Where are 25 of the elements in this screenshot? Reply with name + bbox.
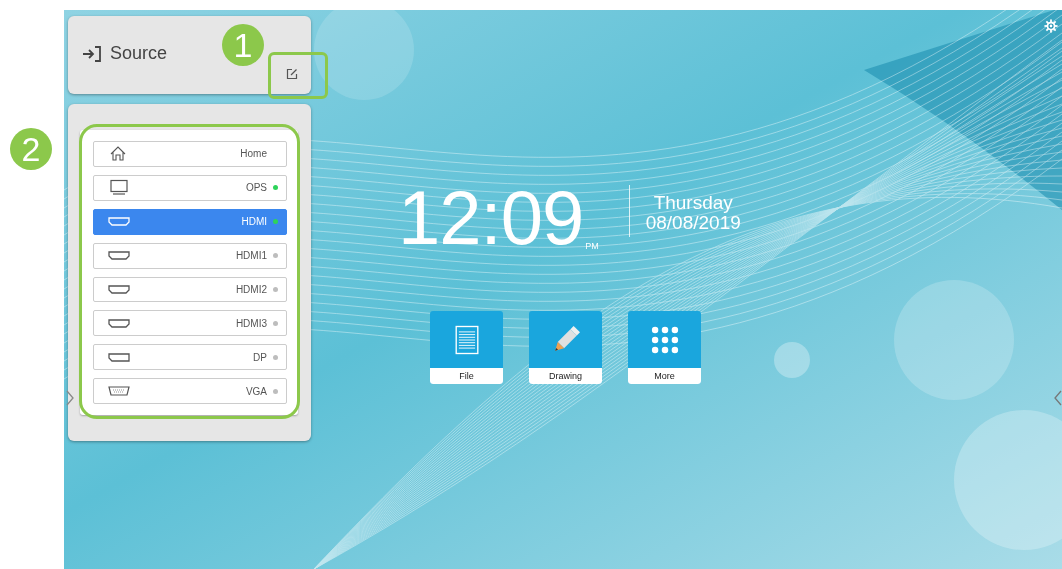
- weekday-label: Thursday: [653, 193, 733, 213]
- source-item[interactable]: VGA: [93, 378, 287, 404]
- edit-icon: [286, 68, 298, 80]
- source-item[interactable]: Home: [93, 141, 287, 167]
- app-tile[interactable]: More: [628, 311, 701, 384]
- clock-time: 12:09: [398, 183, 584, 253]
- input-icon: [82, 46, 102, 62]
- source-item[interactable]: HDMI3: [93, 310, 287, 337]
- source-item[interactable]: HDMI: [93, 208, 287, 235]
- highlight-frame: [268, 52, 328, 99]
- chevron-right-icon[interactable]: [66, 390, 74, 406]
- monitor-icon: [108, 179, 130, 197]
- chevron-left-icon[interactable]: [1054, 390, 1062, 406]
- source-title: Source: [110, 42, 168, 64]
- source-item[interactable]: OPS: [93, 174, 287, 201]
- callout-badge: 2: [10, 128, 52, 170]
- app-tile[interactable]: Drawing: [529, 311, 602, 384]
- source-item[interactable]: DP: [93, 344, 287, 371]
- settings-icon[interactable]: [1044, 19, 1058, 33]
- source-item[interactable]: HDMI2: [93, 276, 287, 303]
- source-item[interactable]: HDMI1: [93, 242, 287, 269]
- app-tile[interactable]: File: [430, 311, 503, 384]
- clock-meridiem: PM: [585, 241, 599, 251]
- edit-button[interactable]: [286, 68, 298, 80]
- date-label: 08/08/2019: [645, 213, 741, 233]
